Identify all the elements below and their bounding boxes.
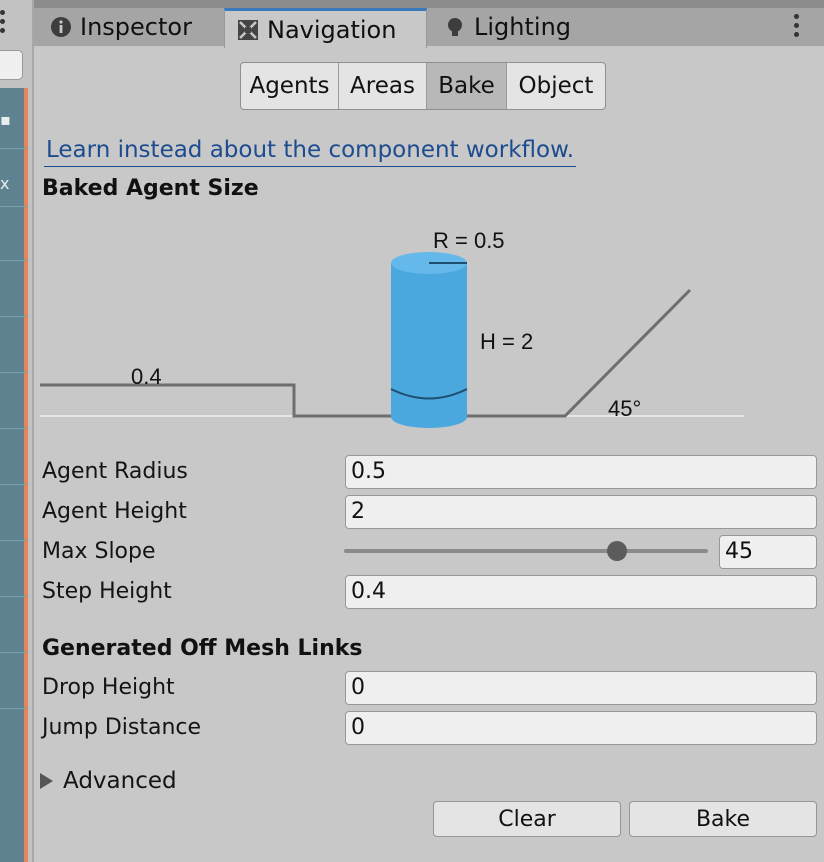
- more-options-icon[interactable]: [794, 14, 800, 41]
- hierarchy-search-input[interactable]: [0, 50, 23, 80]
- advanced-foldout[interactable]: Advanced: [40, 768, 177, 794]
- tab-label: Lighting: [474, 13, 572, 41]
- tab-lighting[interactable]: Lighting: [444, 8, 571, 46]
- tab-label: Inspector: [80, 13, 192, 41]
- drop-height-label: Drop Height: [42, 675, 175, 700]
- radius-label: R = 0.5: [433, 228, 505, 253]
- panel-divider[interactable]: [32, 0, 34, 862]
- step-height-label: Step Height: [42, 579, 172, 604]
- agent-height-label: Agent Height: [42, 499, 187, 524]
- lightbulb-icon: [444, 16, 466, 38]
- max-slope-field[interactable]: 45: [719, 535, 817, 569]
- window-tab-bar: Inspector Navigation Lighting: [34, 0, 824, 48]
- component-workflow-link[interactable]: Learn instead about the component workfl…: [44, 136, 577, 167]
- foldout-arrow-icon: [40, 773, 53, 789]
- agent-height-field[interactable]: 2: [345, 495, 817, 529]
- jump-distance-field[interactable]: 0: [345, 711, 817, 745]
- slope-label: 45°: [608, 396, 641, 421]
- tab-inspector[interactable]: Inspector: [50, 8, 192, 46]
- navigation-mode-toolbar: Agents Areas Bake Object: [240, 62, 606, 110]
- off-mesh-links-heading: Generated Off Mesh Links: [42, 636, 363, 661]
- max-slope-slider[interactable]: [344, 549, 708, 553]
- hierarchy-list[interactable]: ▪ x: [0, 88, 28, 862]
- step-label: 0.4: [131, 364, 162, 389]
- agent-radius-field[interactable]: 0.5: [345, 455, 817, 489]
- max-slope-label: Max Slope: [42, 539, 156, 564]
- tab-navigation[interactable]: Navigation: [224, 8, 427, 48]
- navigation-icon: [237, 19, 259, 41]
- jump-distance-label: Jump Distance: [42, 715, 202, 740]
- tab-areas[interactable]: Areas: [339, 63, 427, 109]
- bake-button[interactable]: Bake: [629, 801, 817, 837]
- step-height-field[interactable]: 0.4: [345, 575, 817, 609]
- agent-radius-label: Agent Radius: [42, 459, 188, 484]
- tab-bake[interactable]: Bake: [427, 63, 507, 109]
- close-icon: x: [0, 174, 10, 193]
- info-icon: [50, 16, 72, 38]
- lock-icon: ▪: [0, 110, 11, 129]
- adjacent-panel-edge: ▪ x: [0, 0, 34, 862]
- tab-object[interactable]: Object: [507, 63, 605, 109]
- max-slope-slider-handle[interactable]: [607, 541, 627, 561]
- agent-size-diagram: R = 0.5 H = 2 0.4 45°: [40, 228, 744, 428]
- tab-label: Navigation: [267, 15, 397, 44]
- advanced-label: Advanced: [63, 768, 177, 794]
- tab-agents[interactable]: Agents: [241, 63, 339, 109]
- clear-button[interactable]: Clear: [433, 801, 621, 837]
- panel-menu-icon[interactable]: [0, 10, 10, 37]
- height-label: H = 2: [480, 329, 533, 354]
- drop-height-field[interactable]: 0: [345, 671, 817, 705]
- baked-agent-size-heading: Baked Agent Size: [42, 176, 259, 201]
